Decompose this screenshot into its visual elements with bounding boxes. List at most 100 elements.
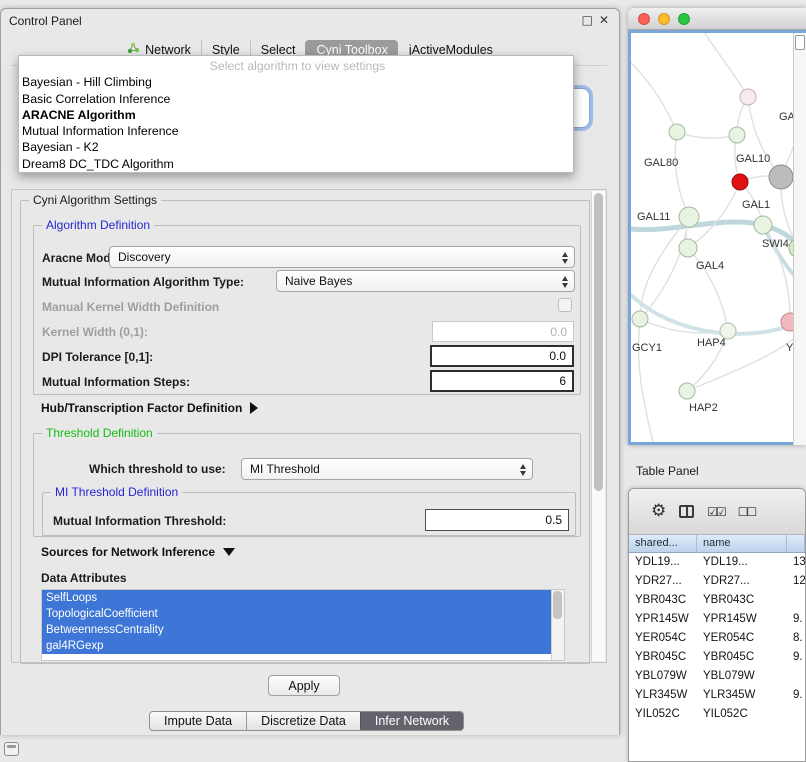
network-node-red-node[interactable]: [732, 174, 748, 190]
hub-definition-expander[interactable]: Hub/Transcription Factor Definition: [41, 401, 258, 415]
algorithm-option[interactable]: Basic Correlation Inference: [19, 91, 573, 107]
network-node-pink-top[interactable]: [740, 89, 756, 105]
column-header[interactable]: name: [697, 535, 787, 552]
table-toolbar: ⚙ ☑☑ ☐☐: [629, 489, 805, 535]
algorithm-dropdown-popup: Select algorithm to view settingsBayesia…: [18, 55, 574, 173]
network-view-window: GAL80GAL10GALGAL11GAL1SWI4GAL4GCY1HAP4HA…: [628, 8, 806, 445]
scrollbar-thumb[interactable]: [594, 193, 603, 491]
table-row[interactable]: YLR345WYLR345W9.: [629, 686, 805, 705]
table-panel-window: ⚙ ☑☑ ☐☐ shared...name YDL19...YDL19...13…: [628, 488, 806, 762]
algorithm-option[interactable]: Mutual Information Inference: [19, 123, 573, 139]
algorithm-option[interactable]: Dream8 DC_TDC Algorithm: [19, 156, 573, 172]
table-row[interactable]: YIL052CYIL052C: [629, 705, 805, 724]
node-label: HAP4: [697, 337, 726, 349]
attribute-item[interactable]: SelfLoops: [42, 590, 551, 606]
network-node-gal1[interactable]: [754, 216, 772, 234]
kernel-width-field[interactable]: 0.0: [432, 321, 574, 342]
mi-steps-label: Mutual Information Steps:: [42, 375, 190, 389]
attributes-scrollbar[interactable]: [551, 590, 564, 660]
close-window-icon[interactable]: ✕: [599, 13, 609, 27]
mi-threshold-title: MI Threshold Definition: [51, 485, 182, 499]
which-threshold-label: Which threshold to use:: [89, 462, 226, 476]
deselect-all-checkboxes-icon[interactable]: ☐☐: [738, 505, 756, 519]
table-cell: YDR27...: [697, 572, 787, 591]
table-row[interactable]: YBL079WYBL079W: [629, 667, 805, 686]
network-scrollbar[interactable]: [793, 33, 806, 445]
algorithm-option[interactable]: Bayesian - K2: [19, 139, 573, 155]
node-label: HAP2: [689, 402, 718, 414]
gear-icon[interactable]: ⚙: [651, 503, 666, 520]
tab-discretize-data[interactable]: Discretize Data: [246, 712, 360, 730]
network-node-gray-node[interactable]: [769, 165, 793, 189]
table-row[interactable]: YBR043CYBR043C: [629, 591, 805, 610]
attribute-item[interactable]: BetweennessCentrality: [42, 622, 551, 638]
close-window-icon[interactable]: [638, 13, 650, 25]
network-node-gal10[interactable]: [729, 127, 745, 143]
table-row[interactable]: YER054CYER054C8.: [629, 629, 805, 648]
settings-group-title: Cyni Algorithm Settings: [29, 193, 161, 207]
dropdown-placeholder: Select algorithm to view settings: [19, 58, 573, 74]
table-row[interactable]: YDL19...YDL19...13: [629, 553, 805, 572]
expanded-arrow-icon: [223, 548, 235, 556]
collapsed-arrow-icon: [250, 402, 258, 414]
column-header[interactable]: shared...: [629, 535, 697, 552]
dpi-tolerance-label: DPI Tolerance [0,1]:: [42, 350, 153, 364]
threshold-definition-title: Threshold Definition: [42, 426, 157, 440]
algorithm-option[interactable]: ARACNE Algorithm: [19, 107, 573, 123]
table-cell: YLR345W: [697, 686, 787, 705]
network-node-gal80[interactable]: [669, 124, 685, 140]
spinner-arrows-icon: [562, 276, 568, 288]
table-cell: 12: [787, 572, 805, 591]
settings-scrollbar[interactable]: [591, 191, 605, 661]
select-all-checkboxes-icon[interactable]: ☑☑: [707, 505, 725, 519]
apply-button[interactable]: Apply: [268, 675, 340, 696]
attribute-item[interactable]: gal4RGexp: [42, 638, 551, 654]
mi-threshold-field[interactable]: 0.5: [425, 509, 569, 531]
table-cell: YIL052C: [629, 705, 697, 724]
aracne-mode-select[interactable]: Discovery: [109, 246, 575, 268]
network-node-gal4[interactable]: [679, 239, 697, 257]
table-cell: YDL19...: [629, 553, 697, 572]
attribute-item[interactable]: TopologicalCoefficient: [42, 606, 551, 622]
network-canvas[interactable]: GAL80GAL10GALGAL11GAL1SWI4GAL4GCY1HAP4HA…: [628, 30, 806, 445]
mi-type-label: Mutual Information Algorithm Type:: [42, 275, 244, 289]
network-node-hap2[interactable]: [679, 383, 695, 399]
data-attributes-list[interactable]: SelfLoopsTopologicalCoefficientBetweenne…: [41, 589, 565, 661]
network-node-gcy1[interactable]: [632, 311, 648, 327]
table-cell: [787, 667, 805, 686]
which-threshold-select[interactable]: MI Threshold: [241, 458, 533, 480]
node-label: SWI4: [762, 238, 789, 250]
mi-threshold-label: Mutual Information Threshold:: [53, 514, 226, 528]
collapsed-panel-icon[interactable]: [4, 742, 19, 756]
table-cell: YBR045C: [629, 648, 697, 667]
table-row[interactable]: YPR145WYPR145W9.: [629, 610, 805, 629]
manual-kernel-checkbox[interactable]: [558, 298, 572, 312]
sources-label: Sources for Network Inference: [41, 545, 215, 559]
tab-impute-data[interactable]: Impute Data: [150, 712, 246, 730]
dpi-tolerance-field[interactable]: 0.0: [430, 345, 574, 367]
scrollbar-thumb[interactable]: [553, 591, 562, 619]
scrollbar-thumb[interactable]: [795, 35, 805, 50]
mi-steps-field[interactable]: 6: [430, 370, 574, 392]
column-layout-icon[interactable]: [679, 505, 694, 518]
control-panel-title: Control Panel: [9, 14, 82, 28]
tab-infer-network[interactable]: Infer Network: [360, 712, 463, 730]
network-graph[interactable]: GAL80GAL10GALGAL11GAL1SWI4GAL4GCY1HAP4HA…: [631, 33, 803, 442]
network-node-gal11[interactable]: [679, 207, 699, 227]
minimize-window-icon[interactable]: [658, 13, 670, 25]
table-cell: YBL079W: [697, 667, 787, 686]
table-cell: 9.: [787, 648, 805, 667]
zoom-window-icon[interactable]: [678, 13, 690, 25]
node-label: GAL1: [742, 199, 770, 211]
algorithm-option[interactable]: Bayesian - Hill Climbing: [19, 74, 573, 90]
column-header[interactable]: [787, 535, 805, 552]
table-cell: YBR043C: [629, 591, 697, 610]
data-attributes-label: Data Attributes: [41, 571, 127, 585]
sources-expander[interactable]: Sources for Network Inference: [41, 545, 235, 559]
mi-algorithm-type-select[interactable]: Naive Bayes: [276, 270, 575, 292]
float-window-icon[interactable]: □: [582, 13, 593, 27]
table-row[interactable]: YBR045CYBR045C9.: [629, 648, 805, 667]
table-row[interactable]: YDR27...YDR27...12: [629, 572, 805, 591]
node-label: GAL10: [736, 153, 770, 165]
node-label: GAL4: [696, 260, 724, 272]
